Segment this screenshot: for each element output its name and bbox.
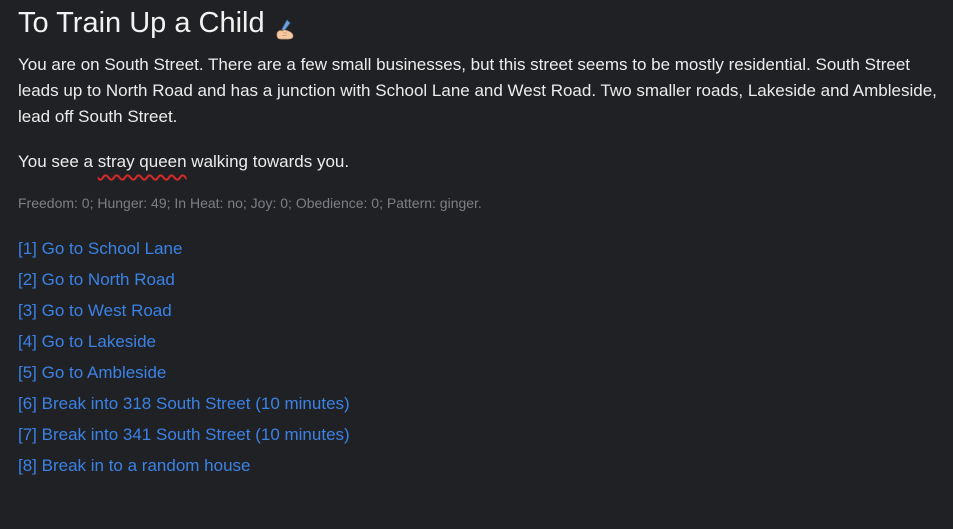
list-item: [5] Go to Ambleside xyxy=(18,357,953,388)
list-item: [3] Go to West Road xyxy=(18,295,953,326)
encounter-text: You see a stray queen walking towards yo… xyxy=(18,149,953,175)
list-item: [7] Break into 341 South Street (10 minu… xyxy=(18,419,953,450)
choice-link-random-house[interactable]: [8] Break in to a random house xyxy=(18,456,250,475)
choice-list: [1] Go to School Lane [2] Go to North Ro… xyxy=(18,233,953,481)
list-item: [6] Break into 318 South Street (10 minu… xyxy=(18,388,953,419)
list-item: [4] Go to Lakeside xyxy=(18,326,953,357)
choice-link-north-road[interactable]: [2] Go to North Road xyxy=(18,270,175,289)
choice-link-ambleside[interactable]: [5] Go to Ambleside xyxy=(18,363,166,382)
writing-hand-icon xyxy=(274,13,296,40)
choice-link-school-lane[interactable]: [1] Go to School Lane xyxy=(18,239,182,258)
encounter-subject: stray queen xyxy=(97,152,187,171)
list-item: [1] Go to School Lane xyxy=(18,233,953,264)
encounter-prefix: You see a xyxy=(18,152,98,171)
choice-link-west-road[interactable]: [3] Go to West Road xyxy=(18,301,172,320)
location-description: You are on South Street. There are a few… xyxy=(18,55,937,126)
page-title: To Train Up a Child xyxy=(18,7,265,39)
choice-link-break-341[interactable]: [7] Break into 341 South Street (10 minu… xyxy=(18,425,350,444)
list-item: [2] Go to North Road xyxy=(18,264,953,295)
encounter-suffix: walking towards you. xyxy=(186,152,350,171)
page-title-row: To Train Up a Child xyxy=(18,5,953,41)
game-page: To Train Up a Child You are on South Str… xyxy=(18,0,953,497)
choice-link-break-318[interactable]: [6] Break into 318 South Street (10 minu… xyxy=(18,394,350,413)
list-item: [8] Break in to a random house xyxy=(18,450,953,481)
choice-link-lakeside[interactable]: [4] Go to Lakeside xyxy=(18,332,156,351)
stats-line: Freedom: 0; Hunger: 49; In Heat: no; Joy… xyxy=(18,195,482,211)
